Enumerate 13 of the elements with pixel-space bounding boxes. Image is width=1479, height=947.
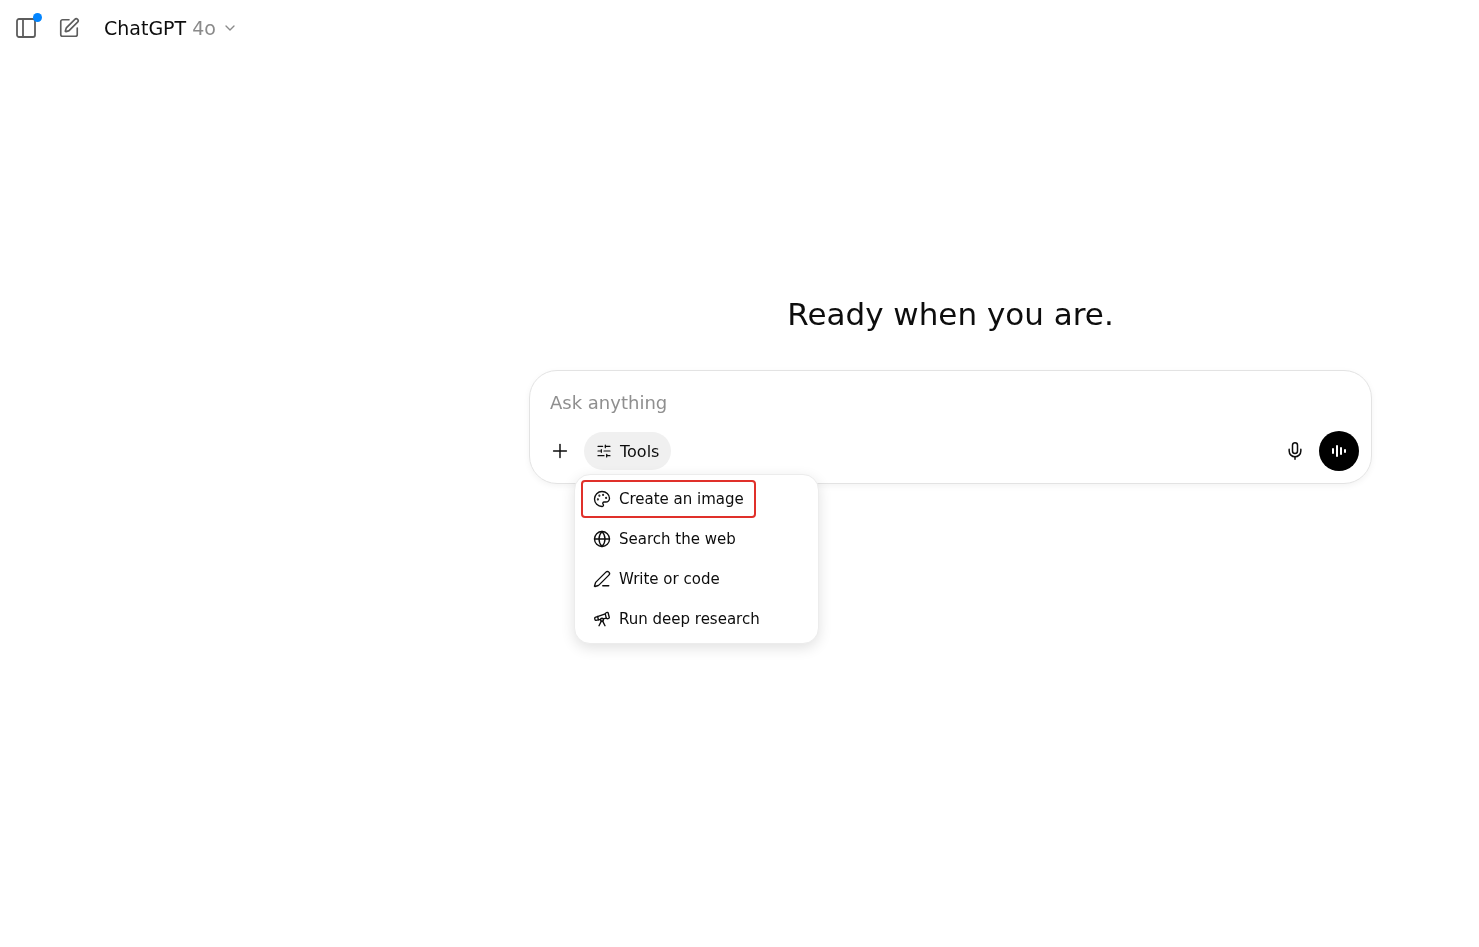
menu-item[interactable]: Create an image (581, 480, 756, 518)
telescope-icon (593, 610, 611, 628)
tools-button[interactable]: Tools (584, 432, 672, 470)
model-selector[interactable]: ChatGPT 4o (100, 17, 238, 39)
microphone-icon (1285, 441, 1305, 461)
globe-icon (593, 530, 611, 548)
heading: Ready when you are. (787, 296, 1114, 332)
voice-mode-button[interactable] (1319, 431, 1359, 471)
message-field[interactable]: Ask anything Tools (529, 370, 1372, 484)
pencil-icon (593, 570, 611, 588)
sliders-icon (596, 443, 612, 459)
new-chat-icon[interactable] (58, 17, 80, 39)
palette-icon (593, 490, 611, 508)
